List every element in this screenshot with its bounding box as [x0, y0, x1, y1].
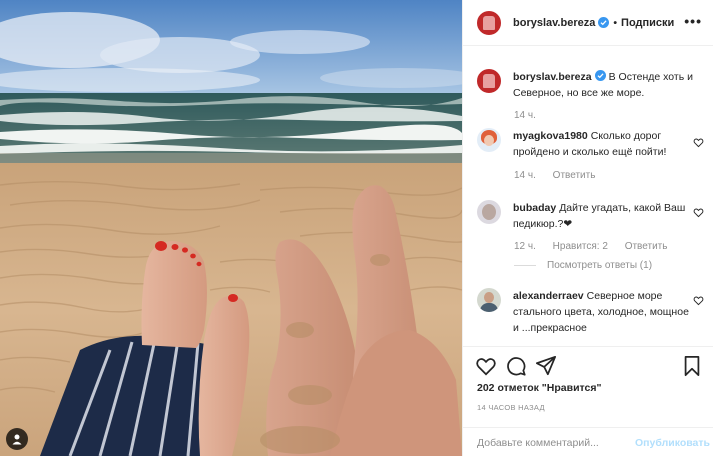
comment-time[interactable]: 14 ч. — [514, 170, 536, 181]
share-icon[interactable] — [535, 355, 557, 377]
more-options-icon[interactable]: ••• — [684, 14, 702, 28]
bookmark-icon[interactable] — [681, 355, 703, 377]
verified-badge-icon — [594, 70, 606, 81]
caption-meta: 14 ч. — [514, 110, 550, 121]
view-replies-label: Посмотреть ответы (1) — [547, 260, 653, 271]
comment-like-heart-icon[interactable] — [693, 207, 704, 218]
post-photo[interactable] — [0, 0, 462, 456]
comment-username[interactable]: bubaday — [513, 202, 556, 214]
add-comment-bar: Опубликовать — [463, 427, 713, 456]
instagram-post: boryslav.bereza • Подписки ••• boryslav.… — [0, 0, 713, 456]
post-timestamp[interactable]: 14 часов назад — [477, 403, 545, 412]
comment-icon[interactable] — [505, 355, 527, 377]
heart-icon[interactable] — [475, 355, 497, 377]
caption-username[interactable]: boryslav.bereza — [513, 71, 592, 83]
comment-meta: 12 ч. Нравится: 2 Ответить — [514, 241, 681, 252]
separator-dot: • — [613, 16, 618, 29]
view-replies-button[interactable]: Посмотреть ответы (1) — [514, 260, 652, 271]
post-side-panel: boryslav.bereza • Подписки ••• boryslav.… — [462, 0, 713, 456]
comment-likes-count[interactable]: Нравится: 2 — [553, 241, 608, 252]
post-actions: 202 отметок "Нравится" 14 часов назад Оп… — [463, 346, 713, 456]
comment-like-heart-icon[interactable] — [693, 137, 704, 148]
likes-summary[interactable]: 202 отметок "Нравится" — [477, 382, 601, 394]
post-header: boryslav.bereza • Подписки ••• — [463, 0, 713, 46]
comment-text-block: myagkova1980 Сколько дорог пройдено и ско… — [513, 128, 705, 160]
comment-like-heart-icon[interactable] — [693, 295, 704, 306]
comment-time[interactable]: 12 ч. — [514, 241, 536, 252]
comment-text-block: alexanderraev Северное море стального цве… — [513, 288, 693, 336]
comment-item: myagkova1980 Сколько дорог пройдено и ско… — [477, 128, 705, 160]
comment-text-block: bubaday Дайте угадать, какой Ваш педикюр.… — [513, 200, 705, 232]
comment-username[interactable]: myagkova1980 — [513, 130, 588, 142]
commenter-avatar[interactable] — [477, 128, 501, 152]
verified-badge-icon — [598, 17, 610, 28]
comment-meta: 14 ч. Ответить — [514, 170, 609, 181]
caption-author-avatar[interactable] — [477, 69, 501, 93]
comment-username[interactable]: alexanderraev — [513, 290, 584, 302]
author-avatar[interactable] — [477, 10, 501, 35]
profile-badge-icon[interactable] — [6, 428, 28, 450]
likes-count[interactable]: 202 — [477, 382, 495, 394]
commenter-avatar[interactable] — [477, 200, 501, 224]
following-button[interactable]: Подписки — [621, 17, 674, 29]
caption-text-block: boryslav.bereza В Остенде хоть и Северное… — [513, 69, 705, 101]
replies-divider-line — [514, 265, 536, 266]
comment-item: bubaday Дайте угадать, какой Ваш педикюр.… — [477, 200, 705, 232]
comments-list[interactable]: boryslav.bereza В Остенде хоть и Северное… — [463, 46, 713, 346]
comment-input[interactable] — [477, 436, 637, 449]
comment-item: alexanderraev Северное море стального цве… — [477, 288, 705, 336]
reply-button[interactable]: Ответить — [625, 241, 668, 252]
beach-feet-photo — [0, 0, 462, 456]
reply-button[interactable]: Ответить — [553, 170, 596, 181]
caption: boryslav.bereza В Остенде хоть и Северное… — [477, 69, 705, 101]
publish-button[interactable]: Опубликовать — [635, 437, 710, 449]
likes-label[interactable]: отметок "Нравится" — [497, 382, 601, 394]
commenter-avatar[interactable] — [477, 288, 501, 312]
caption-time[interactable]: 14 ч. — [514, 110, 536, 121]
author-username[interactable]: boryslav.bereza — [513, 17, 595, 29]
